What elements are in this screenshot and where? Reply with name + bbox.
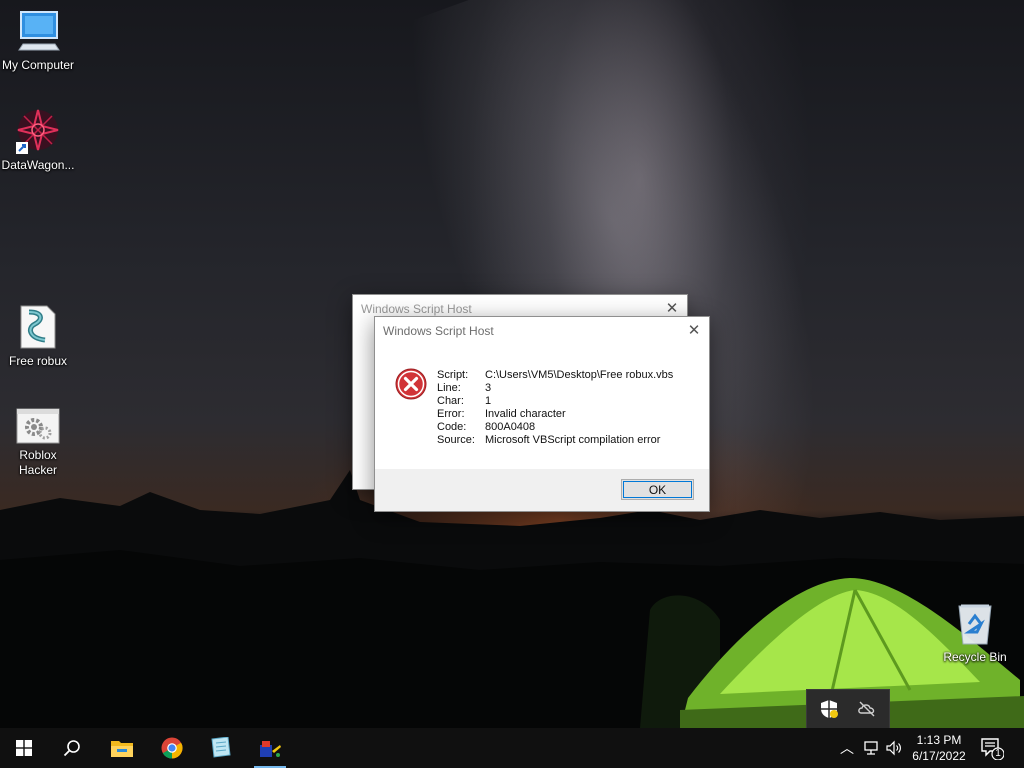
dialog-title: Windows Script Host [361,302,472,316]
desktop-icon-recycle-bin[interactable]: Recycle Bin [937,602,1013,665]
taskbar-notepad[interactable] [200,728,240,768]
detail-key: Source: [437,434,475,446]
vbs-script-icon [20,305,56,349]
action-center-button[interactable]: 1 [980,736,1004,760]
desktop-icon-label: Recycle Bin [943,650,1007,664]
search-icon [63,740,80,757]
clock-date: 6/17/2022 [912,749,966,763]
detail-value: 1 [485,395,492,407]
desktop-icon-label: My Computer [1,58,75,72]
taskbar-paint[interactable] [250,728,290,768]
close-icon[interactable]: ✕ [679,317,709,345]
detail-row-script: Script: C:\Users\VM5\Desktop\Free robux.… [437,369,673,382]
detail-value: 3 [485,382,492,394]
detail-row-source: Source: Microsoft VBScript compilation e… [437,434,673,447]
dialog-titlebar[interactable]: Windows Script Host ✕ [375,317,709,345]
security-shield-icon[interactable] [819,699,839,719]
script-host-dialog[interactable]: Windows Script Host ✕ Script: C:\Users\V… [374,316,710,512]
notification-count-badge: 1 [995,748,1001,759]
detail-value: Invalid character [485,408,566,420]
error-details: Script: C:\Users\VM5\Desktop\Free robux.… [437,369,673,447]
start-button[interactable] [4,728,44,768]
taskbar-chrome[interactable] [152,728,192,768]
show-hidden-icons-chevron-up-icon[interactable]: ︿ [838,739,856,757]
desktop-icon-label: DataWagon... [1,158,75,172]
detail-row-char: Char: 1 [437,395,673,408]
desktop-icon-label: Roblox Hacker [18,448,57,477]
detail-value: 800A0408 [485,421,536,433]
taskbar: ︿ 1:13 PM 6/17/2022 1 [0,728,1024,768]
file-explorer-icon [111,741,133,757]
desktop-icon-datawagon[interactable]: DataWagon... [0,106,76,173]
detail-key: Script: [437,369,469,381]
taskbar-clock[interactable]: 1:13 PM 6/17/2022 [906,732,972,764]
chrome-icon [161,737,183,759]
clock-time: 1:13 PM [916,733,962,747]
computer-icon [18,11,60,51]
detail-row-error: Error: Invalid character [437,408,673,421]
detail-row-line: Line: 3 [437,382,673,395]
detail-value: Microsoft VBScript compilation error [485,434,661,446]
dialog-body: Script: C:\Users\VM5\Desktop\Free robux.… [375,345,709,469]
search-button[interactable] [52,728,92,768]
volume-icon[interactable] [885,739,903,757]
detail-row-code: Code: 800A0408 [437,421,673,434]
dialog-footer: OK [375,469,709,511]
detail-key: Error: [437,408,465,420]
detail-value: C:\Users\VM5\Desktop\Free robux.vbs [485,369,674,381]
settings-gears-icon [16,408,60,444]
tray-overflow-popup [806,689,890,729]
network-icon[interactable] [862,739,880,757]
notepad-icon [211,737,231,758]
taskbar-file-explorer[interactable] [102,728,142,768]
detail-key: Line: [437,382,461,394]
dialog-title: Windows Script Host [383,324,494,338]
desktop-icon-roblox-hacker[interactable]: Roblox Hacker [0,408,76,478]
desktop-icon-my-computer[interactable]: My Computer [0,10,76,73]
detail-key: Char: [437,395,464,407]
datawagon-shortcut-icon [16,109,59,154]
start-icon [16,740,32,756]
desktop-icon-free-robux[interactable]: Free robux [0,304,76,369]
detail-key: Code: [437,421,467,433]
error-icon [395,368,427,400]
paint-icon [260,741,281,757]
recycle-bin-icon [958,604,992,645]
desktop-icon-label: Free robux [8,354,68,368]
onedrive-offline-icon[interactable] [857,699,877,719]
ok-button[interactable]: OK [621,479,694,500]
